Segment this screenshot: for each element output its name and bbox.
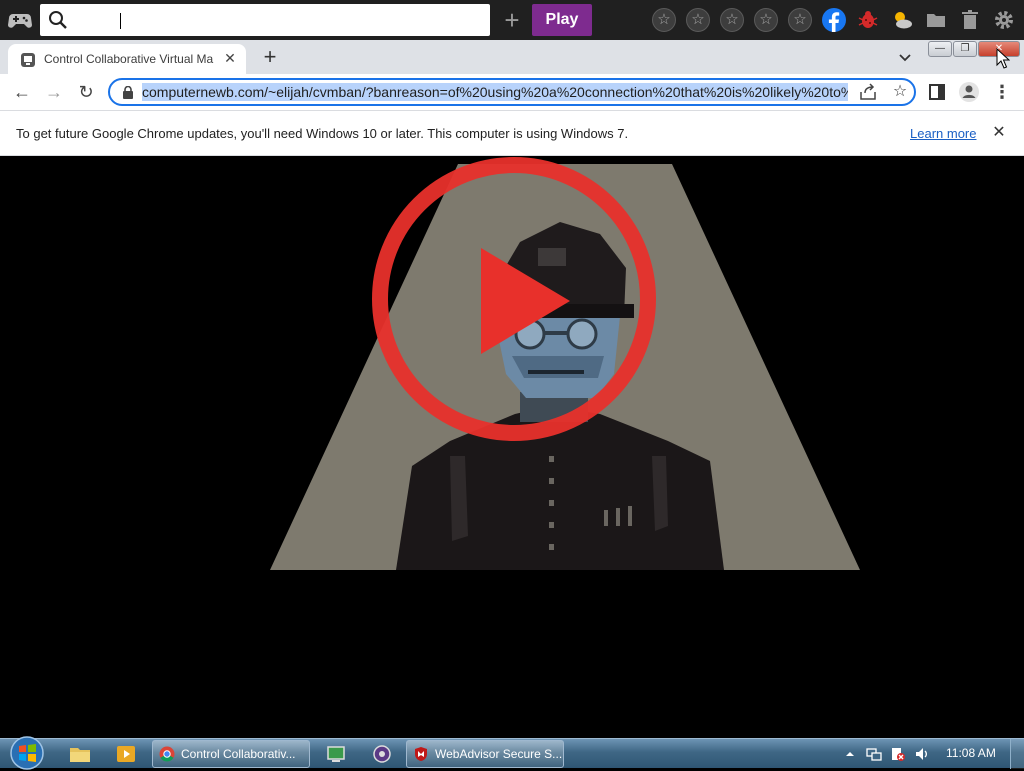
favorite-star-icon[interactable]: ☆	[754, 8, 778, 32]
favorite-star-icon[interactable]: ☆	[686, 8, 710, 32]
launcher-bar: + Play ☆ ☆ ☆ ☆ ☆	[0, 0, 1024, 40]
favorite-star-icon[interactable]: ☆	[788, 8, 812, 32]
tab-search-chevron-icon[interactable]	[894, 48, 916, 68]
browser-menu-button[interactable]: ⋮	[990, 81, 1014, 103]
minimize-button[interactable]: —	[928, 41, 952, 57]
bug-icon[interactable]	[856, 8, 880, 32]
app-monitor-icon[interactable]	[324, 742, 348, 766]
show-desktop-button[interactable]	[1010, 739, 1024, 769]
forward-button[interactable]: →	[42, 81, 66, 103]
media-player-icon[interactable]	[114, 742, 138, 766]
url-text[interactable]: computernewb.com/~elijah/cvmban/?banreas…	[142, 83, 848, 101]
infobar-message: To get future Google Chrome updates, you…	[16, 126, 629, 141]
mcafee-shield-icon	[415, 747, 427, 761]
volume-icon[interactable]	[914, 746, 930, 762]
launcher-search-input[interactable]	[40, 4, 490, 36]
site-favicon-icon	[21, 53, 35, 67]
tab-title: Control Collaborative Virtual Ma	[44, 52, 214, 66]
taskbar-item-webadvisor[interactable]: WebAdvisor Secure S...	[406, 740, 564, 768]
chrome-icon	[159, 746, 175, 762]
tab-close-button[interactable]: ✕	[222, 50, 238, 66]
taskbar-clock[interactable]: 11:08 AM	[946, 746, 996, 760]
network-icon[interactable]	[866, 746, 882, 762]
mouse-pointer-icon	[996, 48, 1010, 69]
app-circle-icon[interactable]	[370, 742, 394, 766]
folder-icon[interactable]	[924, 8, 948, 32]
text-caret	[120, 13, 121, 29]
windows-taskbar: Control Collaborativ... WebAdvisor Secur…	[0, 735, 1024, 771]
new-tab-button[interactable]: +	[258, 46, 282, 70]
maximize-button[interactable]: ❐	[953, 41, 977, 57]
trash-icon[interactable]	[958, 8, 982, 32]
weather-icon[interactable]	[890, 8, 914, 32]
play-button[interactable]: Play	[532, 4, 592, 36]
bookmark-star-icon[interactable]: ☆	[890, 82, 910, 102]
infobar-close-button[interactable]: ✕	[990, 123, 1008, 143]
start-button-icon[interactable]	[8, 735, 46, 771]
back-button[interactable]: ←	[10, 81, 34, 103]
taskbar-item-label: WebAdvisor Secure S...	[435, 747, 563, 761]
facebook-icon[interactable]	[822, 8, 846, 32]
show-hidden-icons-icon[interactable]	[842, 746, 858, 762]
learn-more-link[interactable]: Learn more	[910, 126, 976, 141]
profile-avatar-icon[interactable]	[958, 81, 980, 103]
reload-button[interactable]: ↻	[74, 81, 98, 103]
taskbar-item-label: Control Collaborativ...	[181, 747, 296, 761]
update-infobar: To get future Google Chrome updates, you…	[0, 110, 1024, 156]
tab-active[interactable]: Control Collaborative Virtual Ma ✕	[8, 44, 246, 74]
favorite-star-icon[interactable]: ☆	[720, 8, 744, 32]
action-center-alert-icon[interactable]	[890, 746, 906, 762]
explorer-folder-icon[interactable]	[68, 742, 92, 766]
video-thumbnail[interactable]	[0, 156, 1024, 738]
share-icon[interactable]	[858, 83, 878, 101]
tab-strip: Control Collaborative Virtual Ma ✕	[0, 40, 1024, 74]
gear-icon[interactable]	[992, 8, 1016, 32]
gamepad-icon[interactable]	[8, 9, 32, 31]
taskbar-item-chrome[interactable]: Control Collaborativ...	[152, 740, 310, 768]
add-button[interactable]: +	[500, 7, 524, 33]
page-content	[0, 156, 1024, 738]
favorite-star-icon[interactable]: ☆	[652, 8, 676, 32]
address-bar[interactable]: computernewb.com/~elijah/cvmban/?banreas…	[108, 78, 916, 106]
browser-toolbar: ← → ↻ computernewb.com/~elijah/cvmban/?b…	[0, 74, 1024, 110]
lock-icon[interactable]	[122, 86, 134, 99]
side-panel-icon[interactable]	[926, 81, 948, 103]
search-icon	[49, 11, 67, 29]
